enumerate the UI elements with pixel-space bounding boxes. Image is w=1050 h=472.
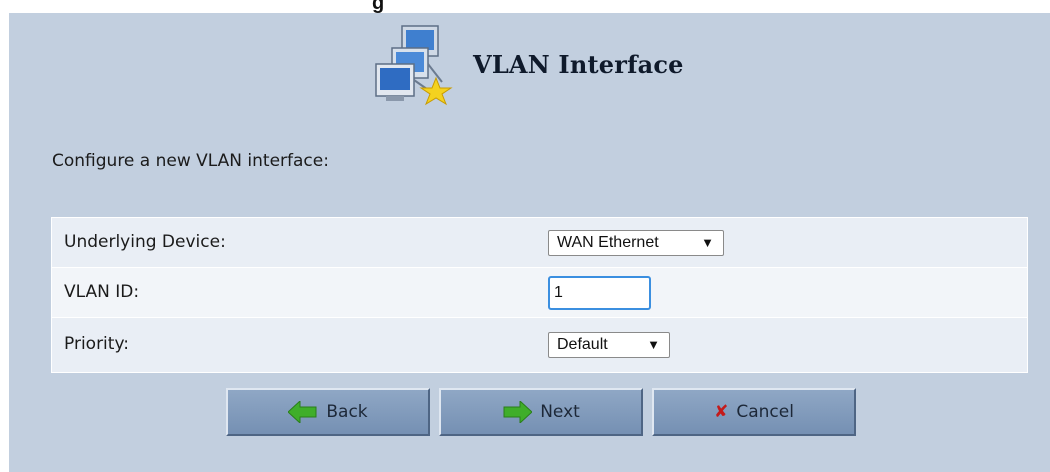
back-button-label: Back — [326, 402, 368, 422]
priority-label: Priority: — [64, 334, 129, 354]
dropdown-arrow-icon: ▼ — [701, 235, 714, 250]
next-button-label: Next — [540, 402, 580, 422]
priority-row: Priority: Default ▼ — [52, 318, 1027, 372]
cancel-button-label: Cancel — [736, 402, 794, 422]
priority-select[interactable]: Default ▼ — [548, 332, 670, 358]
underlying-device-select[interactable]: WAN Ethernet ▼ — [548, 230, 724, 256]
back-button[interactable]: Back — [226, 388, 430, 436]
priority-value: Default — [557, 336, 608, 353]
vlan-id-label: VLAN ID: — [64, 282, 140, 302]
underlying-device-value: WAN Ethernet — [557, 234, 659, 251]
dropdown-arrow-icon: ▼ — [647, 337, 660, 352]
cancel-x-icon: ✘ — [714, 402, 729, 422]
intro-text: Configure a new VLAN interface: — [52, 151, 329, 171]
vlan-id-row: VLAN ID: — [52, 268, 1027, 318]
page-title: VLAN Interface — [473, 50, 684, 79]
underlying-device-label: Underlying Device: — [64, 232, 226, 252]
vlan-id-input[interactable] — [548, 276, 651, 310]
next-arrow-icon — [503, 401, 533, 423]
back-arrow-icon — [288, 401, 317, 423]
cancel-button[interactable]: ✘ Cancel — [652, 388, 856, 436]
next-button[interactable]: Next — [439, 388, 643, 436]
vlan-form-table: Underlying Device: WAN Ethernet ▼ VLAN I… — [51, 217, 1028, 373]
underlying-device-row: Underlying Device: WAN Ethernet ▼ — [52, 218, 1027, 268]
network-computers-star-icon — [375, 25, 453, 106]
